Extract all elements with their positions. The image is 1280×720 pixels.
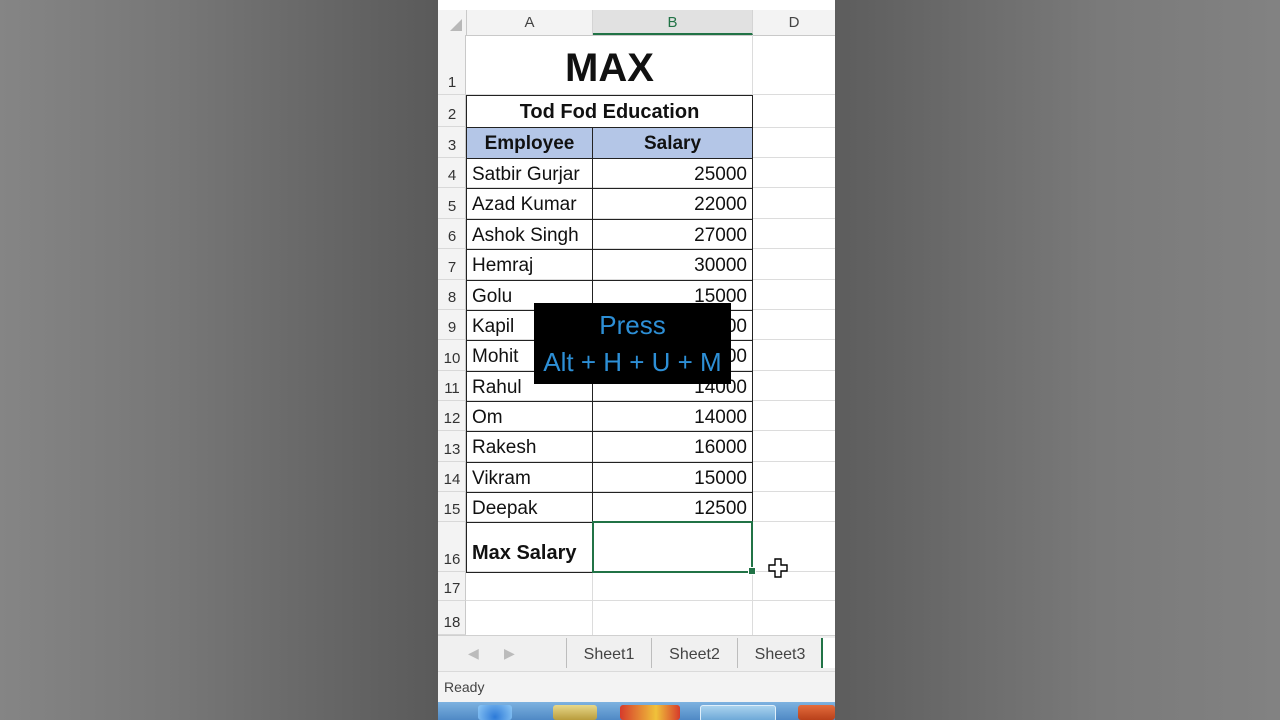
app-taskbar-icon[interactable] xyxy=(798,705,835,720)
employee-name-cell[interactable]: Om xyxy=(466,401,593,432)
max-salary-result-cell[interactable] xyxy=(592,521,753,573)
row-header-10[interactable]: 10 xyxy=(438,340,466,371)
column-header-a[interactable]: A xyxy=(467,10,593,35)
row-header-8[interactable]: 8 xyxy=(438,280,466,310)
employee-name-cell[interactable]: Hemraj xyxy=(466,249,593,281)
top-strip xyxy=(438,0,835,10)
salary-cell[interactable]: 14000 xyxy=(592,401,753,432)
row-header-1[interactable]: 1 xyxy=(438,35,466,95)
title-cell[interactable]: MAX xyxy=(467,35,752,95)
row-header-4[interactable]: 4 xyxy=(438,158,466,188)
taskbar xyxy=(438,702,835,720)
row-header-2[interactable]: 2 xyxy=(438,95,466,127)
fill-handle[interactable] xyxy=(748,567,756,575)
browser-taskbar-icon[interactable] xyxy=(478,705,512,720)
employee-name-cell[interactable]: Rakesh xyxy=(466,431,593,463)
tab-next-icon[interactable]: ▶ xyxy=(504,645,515,662)
column-header-b[interactable]: B xyxy=(593,10,753,35)
folder-taskbar-icon[interactable] xyxy=(553,705,597,720)
background-left xyxy=(0,0,438,720)
header-salary[interactable]: Salary xyxy=(592,127,753,159)
salary-cell[interactable]: 16000 xyxy=(592,431,753,463)
row-header-9[interactable]: 9 xyxy=(438,310,466,340)
row-header-17[interactable]: 17 xyxy=(438,572,466,601)
tab-prev-icon[interactable]: ◀ xyxy=(468,645,479,662)
shortcut-overlay: Press Alt + H + U + M xyxy=(534,303,731,384)
select-all-icon[interactable] xyxy=(438,10,467,35)
subtitle-cell[interactable]: Tod Fod Education xyxy=(466,95,753,128)
header-employee[interactable]: Employee xyxy=(466,127,593,159)
salary-cell[interactable]: 30000 xyxy=(592,249,753,281)
status-text: Ready xyxy=(444,679,485,695)
salary-cell[interactable]: 25000 xyxy=(592,158,753,189)
row-header-16[interactable]: 16 xyxy=(438,522,466,572)
employee-name-cell[interactable]: Deepak xyxy=(466,492,593,523)
tab-sheet2[interactable]: Sheet2 xyxy=(651,638,737,668)
row-header-14[interactable]: 14 xyxy=(438,462,466,492)
row-header-18[interactable]: 18 xyxy=(438,601,466,635)
row-header-11[interactable]: 11 xyxy=(438,371,466,401)
overlay-line2: Alt + H + U + M xyxy=(543,347,722,377)
employee-name-cell[interactable]: Ashok Singh xyxy=(466,219,593,250)
employee-name-cell[interactable]: Vikram xyxy=(466,462,593,493)
sheet-tab-bar: ◀ ▶ Sheet1 Sheet2 Sheet3 xyxy=(438,635,835,672)
salary-cell[interactable]: 12500 xyxy=(592,492,753,523)
row-header-3[interactable]: 3 xyxy=(438,127,466,158)
status-bar: Ready xyxy=(438,671,835,703)
salary-cell[interactable]: 22000 xyxy=(592,188,753,220)
active-tab-edge[interactable] xyxy=(821,638,835,668)
salary-cell[interactable]: 15000 xyxy=(592,462,753,493)
background-right xyxy=(835,0,1280,720)
employee-name-cell[interactable]: Azad Kumar xyxy=(466,188,593,220)
gridline xyxy=(466,600,835,601)
overlay-line1: Press xyxy=(599,310,666,340)
cell-cursor-icon xyxy=(768,558,788,578)
row-header-7[interactable]: 7 xyxy=(438,249,466,280)
row-header-13[interactable]: 13 xyxy=(438,431,466,462)
column-header-bar: A B D xyxy=(438,10,835,36)
column-header-d[interactable]: D xyxy=(753,10,835,35)
row-header-15[interactable]: 15 xyxy=(438,492,466,522)
row-header-6[interactable]: 6 xyxy=(438,219,466,249)
media-taskbar-icon[interactable] xyxy=(620,705,680,720)
max-salary-label[interactable]: Max Salary xyxy=(466,522,593,573)
excel-taskbar-icon[interactable] xyxy=(700,705,776,720)
row-header-12[interactable]: 12 xyxy=(438,401,466,431)
row-header-5[interactable]: 5 xyxy=(438,188,466,219)
salary-cell[interactable]: 27000 xyxy=(592,219,753,250)
gridline xyxy=(592,572,593,635)
tab-sheet1[interactable]: Sheet1 xyxy=(566,638,651,668)
employee-name-cell[interactable]: Satbir Gurjar xyxy=(466,158,593,189)
tab-sheet3[interactable]: Sheet3 xyxy=(737,638,823,668)
